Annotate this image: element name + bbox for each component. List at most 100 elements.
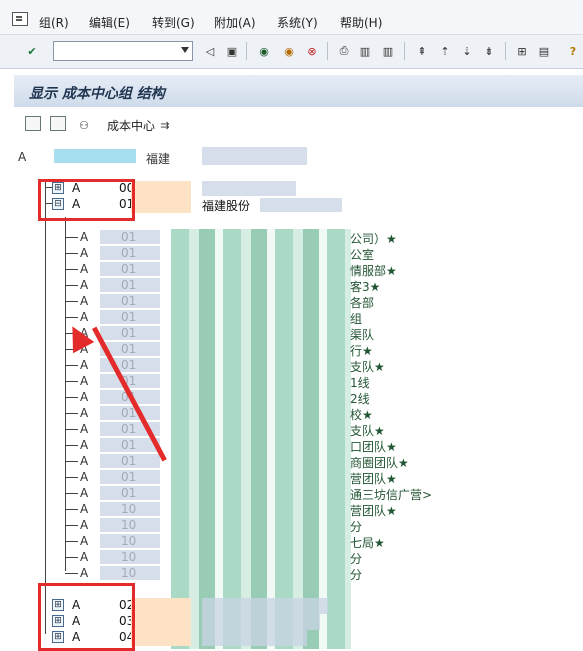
tree-line — [65, 285, 78, 286]
save-icon[interactable]: ▣ — [224, 43, 240, 59]
tree-child-row[interactable]: A10分 — [14, 566, 583, 582]
first-page-icon[interactable]: ⇞ — [414, 43, 430, 59]
menu-icon[interactable] — [12, 12, 28, 26]
tree-collapse-icon[interactable] — [50, 116, 66, 131]
tree-child-row[interactable]: A01支队★ — [14, 358, 583, 374]
child-id: A — [80, 518, 89, 532]
title-bar: 显示 成本中心组 结构 — [14, 75, 583, 107]
tree-child-row[interactable]: A10营团队★ — [14, 502, 583, 518]
tree-child-row[interactable]: A01口团队★ — [14, 438, 583, 454]
blurred-text — [100, 518, 160, 532]
menu-bar: 组(R) 编辑(E) 转到(G) 附加(A) 系统(Y) 帮助(H) — [0, 0, 583, 35]
last-page-icon[interactable]: ⇟ — [481, 43, 497, 59]
menu-edit[interactable]: 编辑(E) — [89, 14, 130, 31]
tree-line — [65, 413, 78, 414]
find-next-icon[interactable]: ▥ — [380, 43, 396, 59]
tree-child-row[interactable]: A01公室 — [14, 246, 583, 262]
prev-page-icon[interactable]: ⇡ — [437, 43, 453, 59]
child-id: A — [80, 534, 89, 548]
tree-line — [65, 317, 78, 318]
child-id: A — [80, 390, 89, 404]
annotation-box — [38, 583, 135, 651]
back-arrow-icon[interactable]: ◁ — [202, 43, 218, 59]
tree-child-row[interactable]: A01公司）★ — [14, 230, 583, 246]
node-highlight — [131, 598, 191, 614]
child-name-fragment: 口团队★ — [350, 440, 397, 454]
menu-help[interactable]: 帮助(H) — [340, 14, 382, 31]
blurred-text — [202, 598, 328, 614]
hierarchy-icon[interactable]: ⇉ — [157, 117, 173, 133]
tree-child-row[interactable]: A10七局★ — [14, 534, 583, 550]
tree-child-row[interactable]: A01支队★ — [14, 422, 583, 438]
blurred-text — [100, 294, 160, 308]
blurred-text — [100, 326, 160, 340]
blurred-text — [100, 566, 160, 580]
tree-child-row[interactable]: A10分 — [14, 550, 583, 566]
child-name-fragment: 行★ — [350, 344, 373, 358]
blurred-text — [100, 310, 160, 324]
monitor-icon[interactable]: ▤ — [536, 43, 552, 59]
blurred-text — [100, 454, 160, 468]
tree-child-row[interactable]: A01商圈团队★ — [14, 454, 583, 470]
tree-line — [65, 557, 78, 558]
tree-line — [65, 445, 78, 446]
tree-child-row[interactable]: A01情服部★ — [14, 262, 583, 278]
child-id: A — [80, 454, 89, 468]
child-name-fragment: 组 — [350, 312, 363, 326]
tree-child-row[interactable]: A01客3★ — [14, 278, 583, 294]
child-id: A — [80, 374, 89, 388]
child-name-fragment: 支队★ — [350, 360, 385, 374]
tree-expand-icon[interactable] — [25, 116, 41, 131]
find-icon[interactable]: ▥ — [357, 43, 373, 59]
cost-center-button-label[interactable]: 成本中心 — [107, 117, 155, 134]
tree-child-row[interactable]: A10分 — [14, 518, 583, 534]
node-name: 福建股份 — [202, 199, 251, 213]
help-icon[interactable]: ? — [565, 43, 581, 59]
tree-child-row[interactable]: A01各部 — [14, 294, 583, 310]
child-name-fragment: 分 — [350, 520, 363, 534]
child-id: A — [80, 438, 89, 452]
child-name-fragment: 渠队 — [350, 328, 375, 342]
node-highlight — [131, 630, 191, 646]
tree-line — [65, 269, 78, 270]
tree-line — [65, 253, 78, 254]
glasses-icon[interactable]: ⚇ — [76, 117, 92, 133]
page-title: 显示 成本中心组 结构 — [29, 86, 165, 102]
node-highlight — [131, 614, 191, 630]
menu-goto[interactable]: 转到(G) — [152, 14, 195, 31]
child-name-fragment: 客3★ — [350, 280, 381, 294]
tree-child-row[interactable]: A01通三坊信广营> — [14, 486, 583, 502]
command-field[interactable] — [53, 41, 193, 61]
tree-line — [65, 493, 78, 494]
tree-line — [65, 477, 78, 478]
next-page-icon[interactable]: ⇣ — [459, 43, 475, 59]
tree-line — [65, 509, 78, 510]
tree-line — [65, 301, 78, 302]
blurred-text — [100, 246, 160, 260]
check-icon[interactable]: ✔ — [24, 43, 40, 59]
cancel-icon[interactable]: ⊗ — [304, 43, 320, 59]
tree-line — [65, 541, 78, 542]
tree-child-row[interactable]: A01营团队★ — [14, 470, 583, 486]
child-name-fragment: 1线 — [350, 376, 370, 390]
blurred-text — [202, 181, 296, 196]
child-name-fragment: 2线 — [350, 392, 370, 406]
menu-group[interactable]: 组(R) — [39, 14, 69, 31]
tree-line — [65, 381, 78, 382]
tree-child-row[interactable]: A01校★ — [14, 406, 583, 422]
tree-child-row[interactable]: A01组 — [14, 310, 583, 326]
tree-child-row[interactable]: A012线 — [14, 390, 583, 406]
chevron-down-icon[interactable] — [181, 47, 189, 53]
child-id: A — [80, 246, 89, 260]
layout-icon[interactable]: ⊞ — [514, 43, 530, 59]
tree-child-row[interactable]: A011线 — [14, 374, 583, 390]
root-name: 福建 — [146, 152, 171, 166]
menu-extras[interactable]: 附加(A) — [214, 14, 256, 31]
back-icon[interactable]: ◉ — [256, 43, 272, 59]
child-id: A — [80, 566, 89, 580]
blurred-text — [100, 502, 160, 516]
exit-icon[interactable]: ◉ — [281, 43, 297, 59]
print-icon[interactable]: ⎙ — [336, 43, 352, 59]
menu-system[interactable]: 系统(Y) — [277, 14, 318, 31]
child-name-fragment: 商圈团队★ — [350, 456, 409, 470]
